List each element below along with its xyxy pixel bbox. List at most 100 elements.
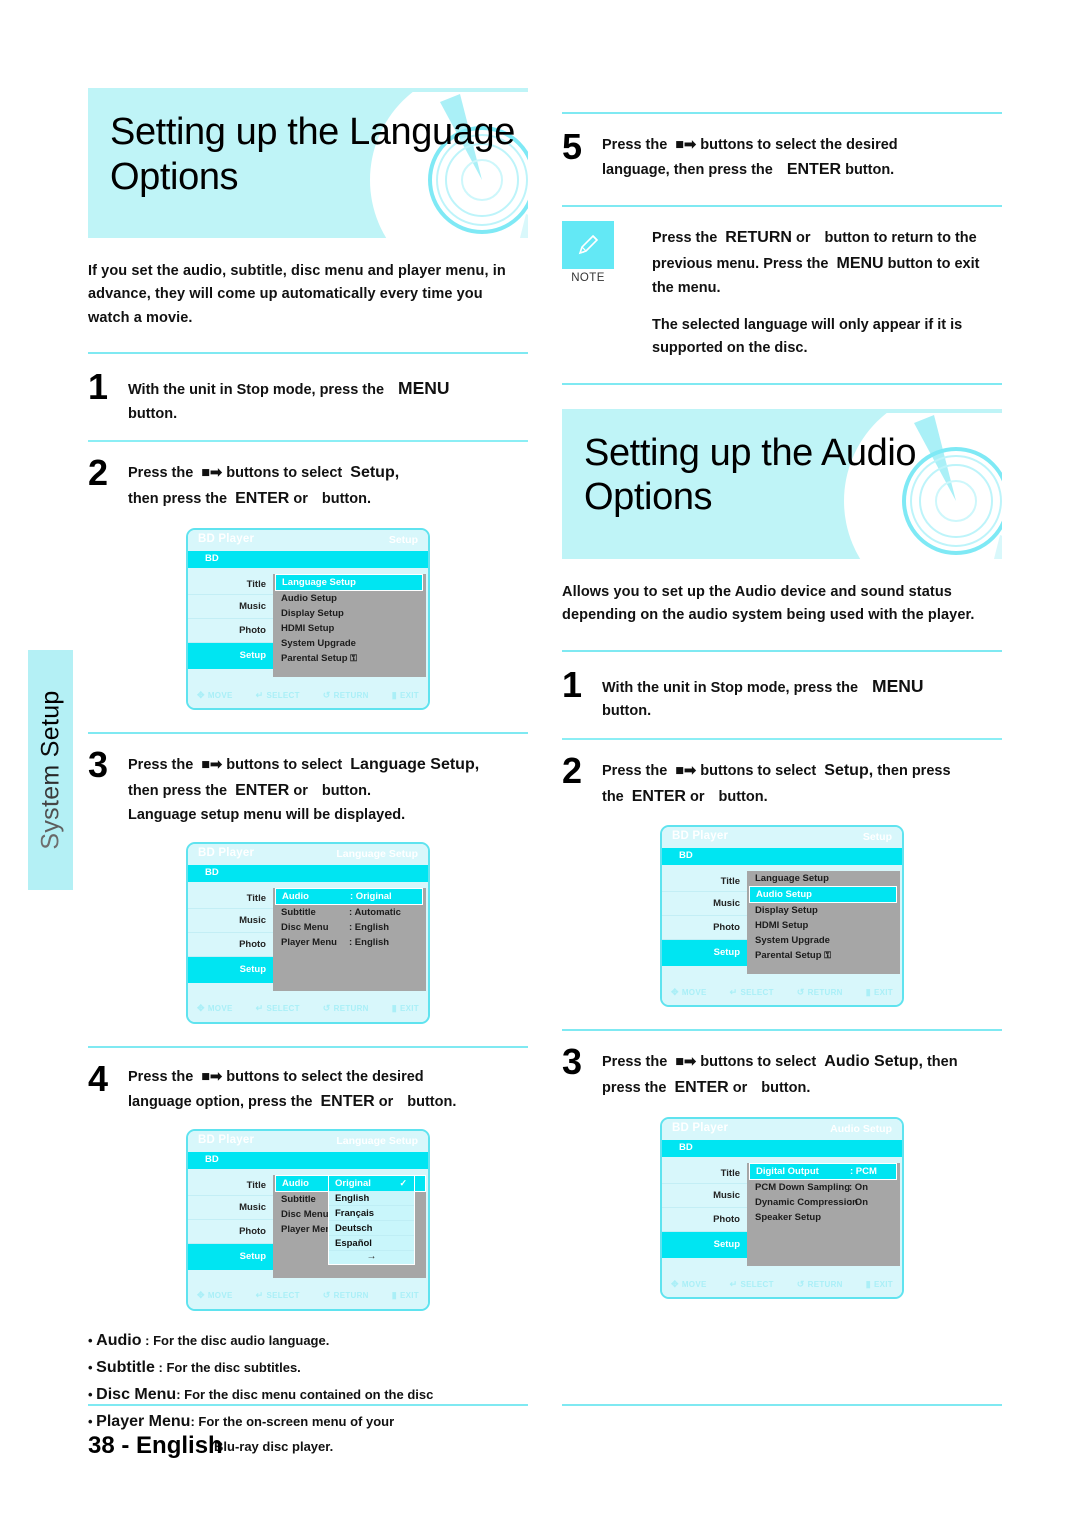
arrow-buttons-icon: ■➡ [201, 757, 223, 774]
osd-row-dynamic-compression[interactable]: Dynamic Compression: On [747, 1195, 900, 1210]
osd-row-audio[interactable]: Audio: Original [275, 887, 423, 905]
osd-footer-exit[interactable]: ▮ EXIT [392, 1003, 419, 1014]
osd-sidebar-item-setup[interactable]: Setup [662, 940, 747, 967]
osd-footer-return[interactable]: ↺ RETURN [797, 1279, 843, 1290]
osd-footer-move[interactable]: ✥ MOVE [197, 1003, 233, 1014]
osd-sidebar-item-music[interactable]: Music [188, 595, 273, 620]
select-icon: ↵ [729, 1278, 738, 1289]
osd-menu-row-language-setup[interactable]: Language Setup [747, 871, 900, 886]
osd-sidebar-item-music[interactable]: Music [188, 1196, 273, 1220]
osd-footer-select[interactable]: ↵ SELECT [256, 1003, 300, 1014]
osd-bd-tab[interactable]: BD [188, 551, 428, 569]
menu-keyword: MENU [872, 675, 924, 696]
osd-menu-row-display-setup[interactable]: Display Setup [747, 903, 900, 918]
dropdown-more-icon[interactable]: → [329, 1251, 414, 1264]
osd-row-value: : English [349, 936, 390, 948]
enter-keyword: ENTER [320, 1093, 375, 1111]
manual-page: System Setup Setting up the Language Opt… [0, 0, 1080, 1526]
osd-sidebar-item-title[interactable]: Title [662, 865, 747, 893]
osd-menu-row-audio-setup[interactable]: Audio Setup [749, 886, 897, 904]
language-option-dropdown[interactable]: Original ✓ English Français Deutsch Españ… [328, 1174, 415, 1265]
osd-row-label: Digital Output [756, 1166, 819, 1178]
osd-footer-move[interactable]: ✥ MOVE [197, 690, 233, 701]
osd-menu-row-hdmi-setup[interactable]: HDMI Setup [273, 621, 426, 636]
osd-menu-row-audio-setup[interactable]: Audio Setup [273, 591, 426, 606]
osd-sidebar-item-title[interactable]: Title [188, 882, 273, 909]
osd-sidebar-item-photo[interactable]: Photo [662, 1208, 747, 1233]
osd-sidebar-item-music[interactable]: Music [662, 1184, 747, 1209]
language-setup-keyword: Language Setup, [350, 756, 480, 774]
osd-menu-row-system-upgrade[interactable]: System Upgrade [273, 636, 426, 651]
select-icon: ↵ [255, 1003, 264, 1014]
osd-footer-move[interactable]: ✥ MOVE [671, 1279, 707, 1290]
osd-footer-move[interactable]: ✥ MOVE [197, 1290, 233, 1301]
osd-sidebar-item-title[interactable]: Title [662, 1157, 747, 1185]
osd-sidebar-item-music[interactable]: Music [662, 892, 747, 917]
osd-bd-tab[interactable]: BD [662, 1140, 902, 1158]
osd-row-disc-menu[interactable]: Disc Menu: English [273, 920, 426, 935]
osd-footer-select[interactable]: ↵ SELECT [730, 1279, 774, 1290]
osd-sidebar-item-setup[interactable]: Setup [188, 956, 273, 983]
osd-bd-label: BD [205, 1153, 219, 1165]
osd-sidebar-item-title[interactable]: Title [188, 568, 273, 596]
osd-bd-tab[interactable]: BD [662, 848, 902, 866]
osd-row-value: : On [849, 1182, 868, 1194]
dropdown-option-original[interactable]: Original ✓ [329, 1175, 414, 1191]
osd-sidebar-item-setup[interactable]: Setup [662, 1232, 747, 1259]
osd-sidebar-item-title[interactable]: Title [188, 1169, 273, 1196]
osd-sidebar-item-photo[interactable]: Photo [662, 916, 747, 941]
step-body: With the unit in Stop mode, press the MEN… [128, 368, 450, 426]
osd-footer-exit[interactable]: ▮ EXIT [866, 987, 893, 998]
osd-sidebar-item-setup[interactable]: Setup [188, 643, 273, 670]
osd-sidebar-item-setup[interactable]: Setup [188, 1243, 273, 1270]
osd-bd-tab[interactable]: BD [188, 1151, 428, 1169]
osd-menu-row-hdmi-setup[interactable]: HDMI Setup [747, 918, 900, 933]
note-paragraph-1: Press the RETURN or button to return to th… [652, 229, 980, 297]
step-number: 3 [562, 1041, 583, 1083]
divider [88, 732, 528, 735]
osd-menu-row-system-upgrade[interactable]: System Upgrade [747, 933, 900, 948]
osd-footer-exit[interactable]: ▮ EXIT [392, 690, 419, 701]
osd-footer-select[interactable]: ↵ SELECT [256, 1290, 300, 1301]
osd-bd-label: BD [679, 1142, 693, 1154]
dropdown-option-espanol[interactable]: Español [329, 1236, 414, 1251]
osd-footer-return[interactable]: ↺ RETURN [323, 690, 369, 701]
osd-footer-move[interactable]: ✥ MOVE [671, 987, 707, 998]
osd-footer-select[interactable]: ↵ SELECT [256, 690, 300, 701]
osd-mode: Language Setup [336, 1134, 418, 1147]
osd-sidebar-item-music[interactable]: Music [188, 909, 273, 933]
osd-footer-exit[interactable]: ▮ EXIT [392, 1290, 419, 1301]
dropdown-option-english[interactable]: English [329, 1191, 414, 1206]
step-text-post: button. [321, 491, 371, 508]
osd-footer-return[interactable]: ↺ RETURN [323, 1290, 369, 1301]
dropdown-option-francais[interactable]: Français [329, 1206, 414, 1221]
step-number: 3 [88, 744, 109, 786]
osd-footer-return[interactable]: ↺ RETURN [797, 987, 843, 998]
osd-language-setup: BD Player Language Setup BD Title Music … [186, 841, 430, 1024]
osd-row-value: : English [349, 921, 390, 933]
osd-row-digital-output[interactable]: Digital Output: PCM [749, 1163, 897, 1181]
move-icon: ✥ [671, 1278, 679, 1289]
page-footer: 38 - English [88, 1432, 223, 1460]
page-title-language: Setting up the Language Options [110, 111, 515, 198]
osd-row-subtitle[interactable]: Subtitle: Automatic [273, 905, 426, 920]
osd-menu-row-parental-setup[interactable]: Parental Setup ⚿ [273, 651, 426, 666]
dropdown-option-deutsch[interactable]: Deutsch [329, 1221, 414, 1236]
osd-row-player-menu[interactable]: Player Menu: English [273, 935, 426, 950]
osd-menu-row-parental-setup[interactable]: Parental Setup ⚿ [747, 948, 900, 963]
osd-sidebar-item-photo[interactable]: Photo [188, 619, 273, 644]
osd-footer-return[interactable]: ↺ RETURN [323, 1003, 369, 1014]
osd-bd-tab[interactable]: BD [188, 864, 428, 882]
osd-menu-row-display-setup[interactable]: Display Setup [273, 606, 426, 621]
osd-row-speaker-setup[interactable]: Speaker Setup [747, 1210, 900, 1225]
osd-panel: Digital Output: PCM PCM Down Sampling: O… [747, 1163, 900, 1267]
step-number: 1 [88, 366, 109, 408]
osd-language-dropdown: BD Player Language Setup BD Title Music … [186, 1128, 430, 1311]
osd-row-pcm-down-sampling[interactable]: PCM Down Sampling: On [747, 1180, 900, 1195]
osd-footer-select[interactable]: ↵ SELECT [730, 987, 774, 998]
osd-sidebar-item-photo[interactable]: Photo [188, 1220, 273, 1244]
osd-sidebar-item-photo[interactable]: Photo [188, 933, 273, 957]
osd-menu-row-language-setup[interactable]: Language Setup [275, 574, 423, 592]
osd-footer-exit[interactable]: ▮ EXIT [866, 1279, 893, 1290]
osd-row-value: : Automatic [349, 906, 401, 918]
